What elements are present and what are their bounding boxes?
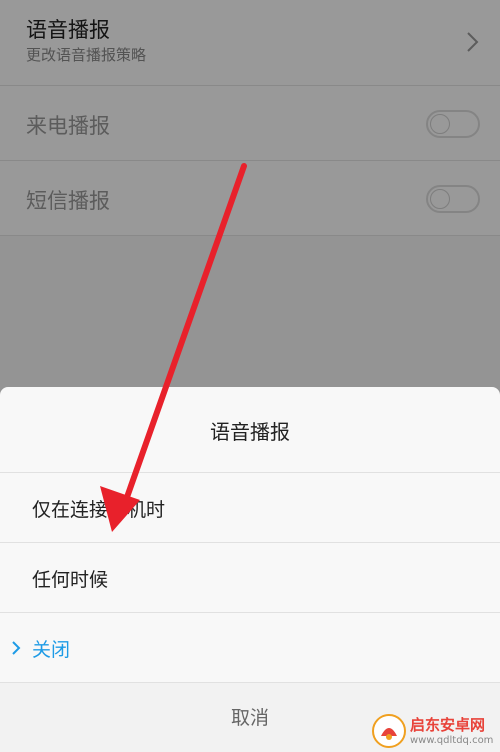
option-off[interactable]: 关闭 (0, 613, 500, 683)
watermark: 启东安卓网 www.qdltdq.com (372, 708, 500, 752)
watermark-name: 启东安卓网 (410, 716, 486, 734)
dialog-title: 语音播报 (0, 387, 500, 473)
option-any-time[interactable]: 任何时候 (0, 543, 500, 613)
option-label: 任何时候 (32, 569, 109, 591)
option-label: 仅在连接耳机时 (32, 499, 166, 521)
voice-broadcast-dialog: 语音播报 仅在连接耳机时 任何时候 关闭 取消 (0, 387, 500, 752)
option-headphones-only[interactable]: 仅在连接耳机时 (0, 473, 500, 543)
option-label: 关闭 (32, 639, 71, 661)
selected-chevron-icon (12, 641, 21, 655)
site-logo-icon (372, 714, 406, 748)
watermark-url: www.qdltdq.com (410, 735, 494, 746)
